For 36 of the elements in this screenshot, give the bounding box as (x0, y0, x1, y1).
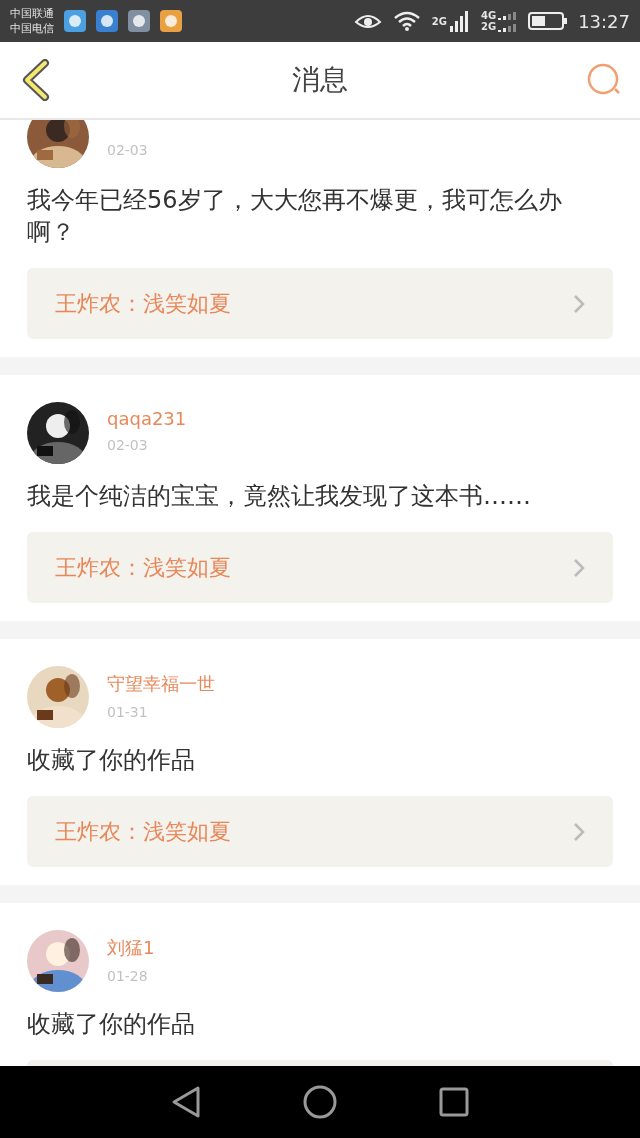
back-icon[interactable] (171, 1085, 201, 1119)
clock-time: 13:27 (578, 10, 630, 32)
reply-link[interactable]: 王炸农：浅笑如夏 (27, 268, 613, 339)
network-label: 4G (480, 10, 497, 21)
message-text: 我今年已经56岁了，大大您再不爆更，我可怎么办啊？ (27, 185, 563, 248)
reply-link[interactable]: 王炸农：浅笑如夏 (27, 532, 613, 603)
app-icon (64, 10, 86, 32)
chevron-right-icon (573, 557, 585, 578)
reply-link[interactable]: 王炸农：浅笑如夏 (27, 796, 613, 867)
message-text: 收藏了你的作品 (27, 745, 196, 776)
back-icon (21, 59, 51, 101)
recent-apps-icon[interactable] (439, 1087, 469, 1117)
app-icon (96, 10, 118, 32)
message-date: 01-31 (107, 704, 149, 720)
message-date: 02-03 (107, 437, 149, 453)
app-icon (160, 10, 182, 32)
home-icon[interactable] (303, 1085, 337, 1119)
chevron-right-icon (573, 821, 585, 842)
app-icon (128, 10, 150, 32)
network-label: 2G (480, 21, 497, 32)
user-name[interactable]: 刘猛1 (107, 936, 155, 960)
carrier-name: 中国电信 (10, 21, 54, 36)
signal-icon (498, 10, 519, 32)
network-label: 2G (431, 15, 447, 27)
carrier-name: 中国联通 (10, 6, 54, 21)
message-text: 收藏了你的作品 (27, 1009, 196, 1040)
signal-icon (448, 10, 471, 32)
user-name[interactable]: 守望幸福一世 (107, 672, 215, 696)
user-name[interactable]: qaqa231 (107, 408, 187, 429)
message-date: 01-28 (107, 968, 149, 984)
page-title: 消息 (292, 62, 348, 98)
message-date: 02-03 (107, 142, 148, 158)
battery-icon (528, 11, 569, 31)
eye-icon (353, 12, 382, 30)
chevron-right-icon (573, 293, 585, 314)
message-text: 我是个纯洁的宝宝，竟然让我发现了这本书…… (27, 481, 532, 512)
